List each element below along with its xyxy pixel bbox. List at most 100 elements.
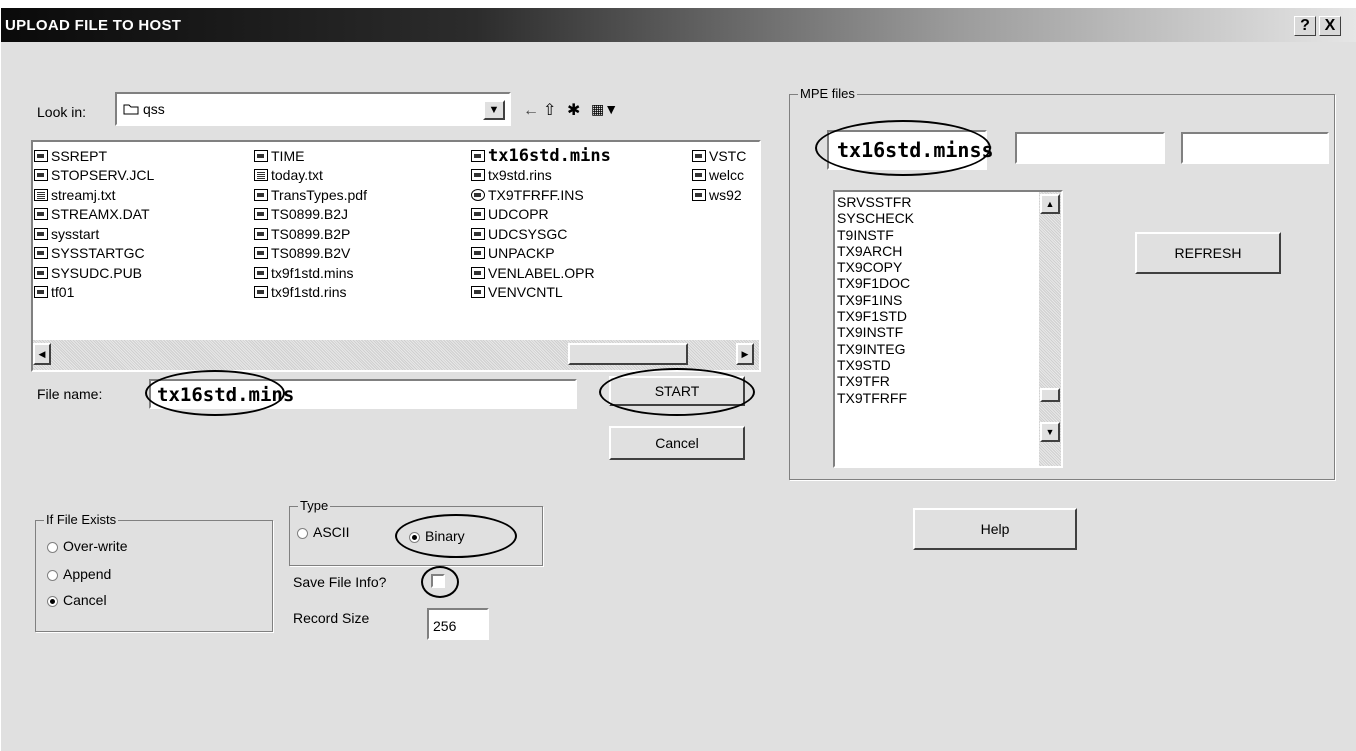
mpe-list-item[interactable]: SYSCHECK [837, 210, 1037, 226]
mpe-field-2[interactable] [1015, 132, 1165, 164]
window-title: UPLOAD FILE TO HOST [5, 17, 182, 34]
file-item[interactable]: UDCSYSGC [471, 224, 611, 244]
program-file-icon [471, 149, 485, 162]
mpe-list-item[interactable]: TX9TFRFF [837, 390, 1037, 406]
save-info-checkbox[interactable] [431, 574, 445, 588]
help-icon[interactable]: ? [1294, 16, 1316, 36]
file-item-label: sysstart [51, 225, 100, 242]
record-size-input[interactable]: 256 [427, 608, 489, 640]
file-item-label: STREAMX.DAT [51, 206, 150, 223]
close-icon[interactable]: X [1319, 16, 1341, 36]
mpe-list-item[interactable]: TX9F1INS [837, 292, 1037, 308]
file-item[interactable]: sysstart [34, 224, 154, 244]
scroll-left-icon[interactable]: ◀ [33, 343, 51, 365]
option-append[interactable]: Append [47, 566, 111, 582]
file-item-label: tx16std.mins [488, 146, 611, 166]
up-folder-icon[interactable]: ⇧ [543, 100, 556, 120]
file-item[interactable]: streamj.txt [34, 185, 154, 205]
scroll-up-icon[interactable]: ▲ [1040, 194, 1060, 214]
mpe-list-item[interactable]: SRVSSTFR [837, 194, 1037, 210]
file-item[interactable]: UDCOPR [471, 205, 611, 225]
file-item-label: today.txt [271, 167, 323, 184]
option-cancel[interactable]: Cancel [47, 592, 107, 608]
title-bar[interactable]: UPLOAD FILE TO HOST ? X [1, 8, 1356, 42]
file-item[interactable]: tx9std.rins [471, 166, 611, 186]
scroll-right-icon[interactable]: ▶ [736, 343, 754, 365]
option-overwrite[interactable]: Over-write [47, 538, 128, 554]
mpe-scroll-thumb[interactable] [1040, 388, 1060, 402]
file-item[interactable]: TransTypes.pdf [254, 185, 367, 205]
filename-input[interactable]: tx16std.mins [149, 379, 577, 409]
view-menu-icon[interactable]: ▦▼ [591, 101, 618, 118]
mpe-list-item[interactable]: TX9F1DOC [837, 275, 1037, 291]
file-item-label: SYSUDC.PUB [51, 264, 143, 281]
program-file-icon [34, 286, 48, 299]
save-info-label: Save File Info? [293, 574, 387, 590]
option-binary[interactable]: Binary [409, 528, 465, 544]
file-item[interactable]: welcc [692, 166, 746, 186]
refresh-button[interactable]: REFRESH [1135, 232, 1281, 274]
file-item[interactable]: SYSSTARTGC [34, 244, 154, 264]
file-item[interactable]: UNPACKP [471, 244, 611, 264]
file-item[interactable]: TIME [254, 146, 367, 166]
file-item[interactable]: TS0899.B2P [254, 224, 367, 244]
file-item-label: ws92 [709, 186, 742, 203]
file-item[interactable]: SSREPT [34, 146, 154, 166]
mpe-field-3[interactable] [1181, 132, 1329, 164]
program-file-icon [254, 286, 268, 299]
cancel-button[interactable]: Cancel [609, 426, 745, 460]
mpe-list-item[interactable]: TX9ARCH [837, 243, 1037, 259]
program-file-icon [692, 188, 706, 201]
option-binary-label: Binary [425, 528, 465, 544]
file-item[interactable]: STOPSERV.JCL [34, 166, 154, 186]
file-item[interactable]: tf01 [34, 283, 154, 303]
mpe-files-legend: MPE files [798, 86, 857, 101]
radio-ascii[interactable] [297, 527, 308, 539]
vertical-scrollbar[interactable]: ▲ ▼ [1039, 192, 1061, 466]
file-item[interactable]: TS0899.B2J [254, 205, 367, 225]
mpe-list-item[interactable]: TX9TFR [837, 373, 1037, 389]
radio-binary[interactable] [409, 531, 420, 543]
scroll-down-icon[interactable]: ▼ [1040, 422, 1060, 442]
start-button[interactable]: START [609, 376, 745, 406]
mpe-file-items: SRVSSTFR SYSCHECK T9INSTF TX9ARCH TX9COPY TX9… [837, 194, 1037, 464]
option-ascii[interactable]: ASCII [297, 524, 350, 540]
mpe-list-item[interactable]: TX9STD [837, 357, 1037, 373]
program-file-icon [471, 208, 485, 221]
mpe-list-item[interactable]: TX9COPY [837, 259, 1037, 275]
file-item[interactable]: today.txt [254, 166, 367, 186]
file-item[interactable]: tx9f1std.rins [254, 283, 367, 303]
program-file-icon [34, 169, 48, 182]
option-overwrite-label: Over-write [63, 538, 128, 554]
file-item[interactable]: TX9TFRFF.INS [471, 185, 611, 205]
file-item[interactable]: STREAMX.DAT [34, 205, 154, 225]
file-item[interactable]: tx9f1std.mins [254, 263, 367, 283]
file-item[interactable]: VENVCNTL [471, 283, 611, 303]
mpe-list-item[interactable]: T9INSTF [837, 227, 1037, 243]
file-item-label: TIME [271, 147, 305, 164]
file-item[interactable]: tx16std.mins [471, 146, 611, 166]
file-item-label: tx9f1std.rins [271, 284, 347, 301]
file-item[interactable]: ws92 [692, 185, 746, 205]
lookin-dropdown[interactable]: qss ▼ [115, 92, 511, 126]
horizontal-scrollbar[interactable]: ◀ ▶ [33, 340, 759, 370]
radio-append[interactable] [47, 569, 58, 581]
mpe-list-item[interactable]: TX9INTEG [837, 341, 1037, 357]
file-item[interactable]: TS0899.B2V [254, 244, 367, 264]
file-item[interactable]: SYSUDC.PUB [34, 263, 154, 283]
mpe-field-1[interactable]: tx16std.minss [827, 130, 994, 170]
help-button[interactable]: Help [913, 508, 1077, 550]
new-folder-icon[interactable]: ✱ [567, 100, 580, 120]
chevron-down-icon[interactable]: ▼ [483, 100, 505, 120]
file-item-label: UNPACKP [488, 245, 555, 262]
file-item[interactable]: VSTC [692, 146, 746, 166]
file-item[interactable]: VENLABEL.OPR [471, 263, 611, 283]
file-item-label: STOPSERV.JCL [51, 167, 155, 184]
program-file-icon [471, 247, 485, 260]
mpe-list-item[interactable]: TX9F1STD [837, 308, 1037, 324]
mpe-list-item[interactable]: TX9INSTF [837, 324, 1037, 340]
scroll-thumb[interactable] [568, 343, 688, 365]
radio-overwrite[interactable] [47, 541, 58, 553]
back-icon[interactable]: ← [523, 102, 539, 120]
radio-cancel[interactable] [47, 595, 58, 607]
